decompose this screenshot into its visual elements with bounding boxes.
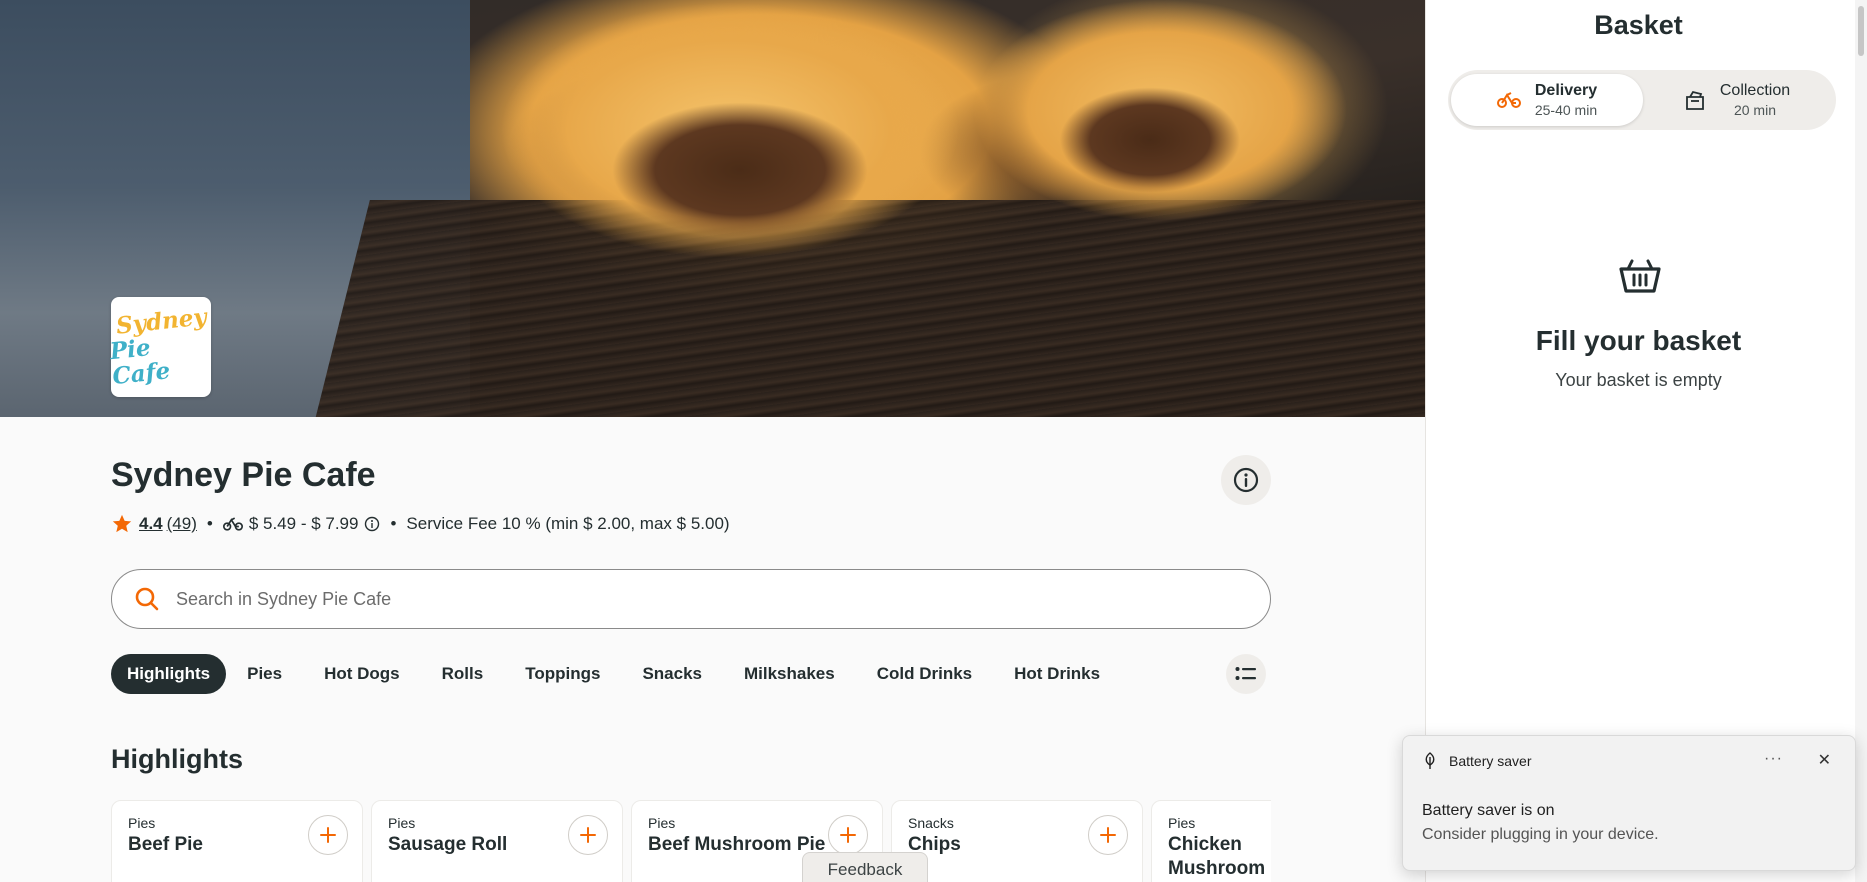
notification-message: Battery saver is on: [1422, 802, 1555, 819]
service-fee: Service Fee 10 % (min $ 2.00, max $ 5.00…: [406, 514, 730, 533]
tab-hot-drinks[interactable]: Hot Drinks: [993, 654, 1121, 694]
tab-snacks[interactable]: Snacks: [621, 654, 723, 694]
add-item-button[interactable]: [1088, 815, 1128, 855]
add-item-button[interactable]: [308, 815, 348, 855]
item-name: Chips: [908, 834, 961, 855]
info-icon: [1233, 467, 1259, 493]
category-tabs: Highlights Pies Hot Dogs Rolls Toppings …: [111, 654, 1121, 694]
hero-pie-left: [470, 0, 990, 280]
restaurant-meta: 4.4 (49) • $ 5.49 - $ 7.99 • Service Fee…: [111, 513, 730, 535]
restaurant-info-button[interactable]: [1221, 455, 1271, 505]
item-category: Pies: [1168, 815, 1196, 831]
feedback-button[interactable]: Feedback: [802, 852, 928, 882]
collection-time: 20 min: [1733, 102, 1776, 118]
close-notification-button[interactable]: ✕: [1818, 750, 1831, 770]
delivery-option[interactable]: Delivery 25-40 min: [1451, 74, 1643, 126]
tab-hot-dogs[interactable]: Hot Dogs: [303, 654, 421, 694]
collection-label: Collection: [1719, 82, 1791, 99]
bike-icon: [1496, 92, 1521, 108]
restaurant-logo: Sydney Pie Cafe: [108, 297, 211, 397]
tab-cold-drinks[interactable]: Cold Drinks: [856, 654, 993, 694]
bike-icon: [222, 517, 243, 531]
plus-icon: [1100, 827, 1116, 843]
separator-dot: •: [206, 514, 213, 533]
item-name: Sausage Roll: [388, 834, 508, 855]
leaf-icon: [1425, 752, 1435, 769]
menu-item-card[interactable]: Pies Beef Pie: [111, 800, 363, 882]
notification-detail: Consider plugging in your device.: [1422, 826, 1659, 843]
category-list-button[interactable]: [1226, 654, 1266, 694]
notification-title: Battery saver: [1449, 753, 1532, 769]
tab-milkshakes[interactable]: Milkshakes: [723, 654, 856, 694]
delivery-time: 25-40 min: [1534, 102, 1598, 118]
delivery-fee: $ 5.49 - $ 7.99: [248, 514, 359, 533]
menu-item-card[interactable]: Snacks Chips: [891, 800, 1143, 882]
plus-icon: [580, 827, 596, 843]
bag-icon: [1685, 90, 1704, 110]
more-options-button[interactable]: ···: [1764, 750, 1783, 768]
collection-option[interactable]: Collection 20 min: [1641, 74, 1833, 126]
separator-dot: •: [390, 514, 397, 533]
basket-title: Basket: [1594, 10, 1683, 40]
tab-pies[interactable]: Pies: [226, 654, 303, 694]
menu-search-input[interactable]: Search in Sydney Pie Cafe: [111, 569, 1271, 629]
empty-basket-subtitle: Your basket is empty: [1555, 370, 1722, 390]
plus-icon: [320, 827, 336, 843]
basket-scrollbar[interactable]: [1855, 0, 1867, 882]
delivery-label: Delivery: [1534, 82, 1598, 99]
search-placeholder: Search in Sydney Pie Cafe: [176, 588, 392, 609]
fee-info-icon[interactable]: [364, 516, 380, 532]
empty-basket-title: Fill your basket: [1535, 325, 1742, 356]
list-icon: [1235, 667, 1256, 680]
item-name: Chicken Mushroom Pie: [1168, 834, 1266, 882]
tab-highlights[interactable]: Highlights: [111, 654, 227, 694]
highlights-carousel: Pies Beef Pie Pies Sausage Roll Pies Bee…: [111, 800, 1271, 882]
star-icon: [112, 514, 132, 533]
item-name: Beef Pie: [128, 834, 203, 855]
logo-text-line2: Pie Cafe: [108, 334, 172, 391]
tab-toppings[interactable]: Toppings: [504, 654, 621, 694]
section-title: Highlights: [111, 744, 243, 774]
hero-banner: Sydney Pie Cafe: [0, 0, 1425, 417]
fulfilment-toggle: Delivery 25-40 min Collection 20 min: [1448, 70, 1836, 130]
search-icon: [135, 587, 159, 611]
battery-saver-notification: Battery saver ··· ✕ Battery saver is on …: [1402, 735, 1856, 871]
rating-count[interactable]: (49): [167, 514, 197, 534]
menu-item-card[interactable]: Pies Chicken Mushroom Pie: [1151, 800, 1271, 882]
add-item-button[interactable]: [568, 815, 608, 855]
plus-icon: [840, 827, 856, 843]
tab-rolls[interactable]: Rolls: [421, 654, 505, 694]
menu-item-card[interactable]: Pies Sausage Roll: [371, 800, 623, 882]
add-item-button[interactable]: [828, 815, 868, 855]
basket-icon: [1619, 259, 1661, 293]
scrollbar-thumb[interactable]: [1858, 6, 1864, 56]
hero-pie-right: [960, 0, 1380, 250]
restaurant-name: Sydney Pie Cafe: [111, 456, 376, 494]
rating-value[interactable]: 4.4: [139, 514, 163, 534]
